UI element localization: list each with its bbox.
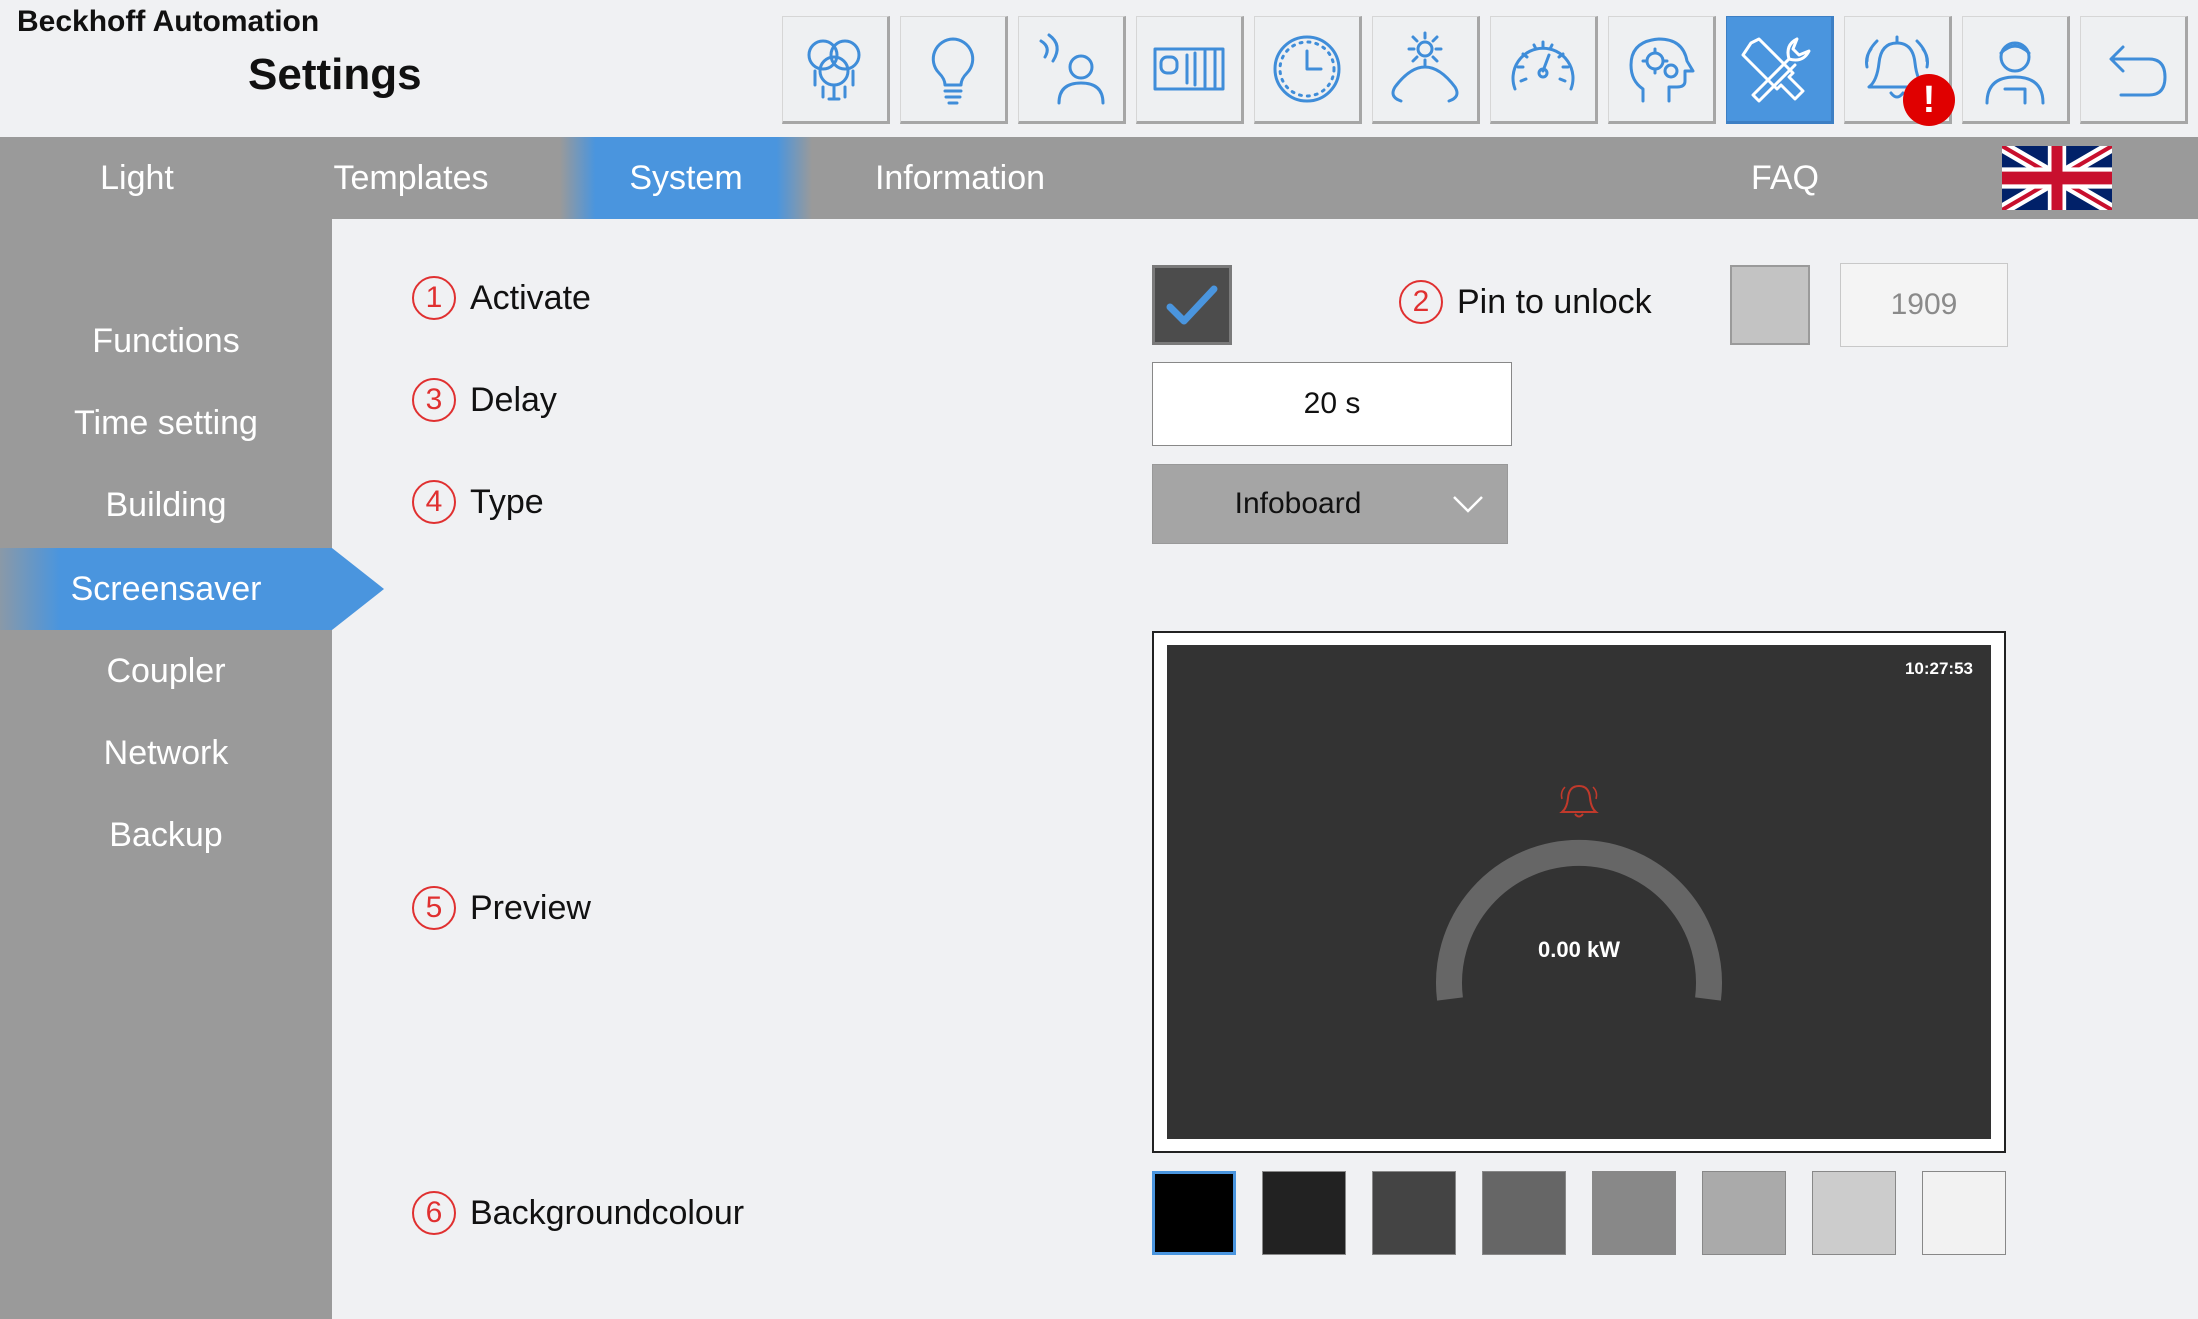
toolbar-button-user[interactable] bbox=[1962, 16, 2070, 124]
toolbar-button-back[interactable] bbox=[2080, 16, 2188, 124]
tab-information[interactable]: Information bbox=[860, 137, 1060, 219]
colour-swatch[interactable] bbox=[1482, 1171, 1566, 1255]
colour-swatch[interactable] bbox=[1372, 1171, 1456, 1255]
top-navigation: Light Templates System Information FAQ bbox=[0, 137, 2198, 219]
sidebar-item-functions[interactable]: Functions bbox=[0, 300, 332, 382]
daylight-icon bbox=[1391, 31, 1459, 103]
type-selected-value: Infoboard bbox=[1234, 487, 1362, 520]
sidebar-item-coupler[interactable]: Coupler bbox=[0, 630, 332, 712]
sidebar-item-network[interactable]: Network bbox=[0, 712, 332, 794]
colour-swatch[interactable] bbox=[1812, 1171, 1896, 1255]
sidebar-item-building[interactable]: Building bbox=[0, 464, 332, 546]
sidebar: Functions Time setting Building Screensa… bbox=[0, 219, 332, 1319]
type-row-label: 4 Type bbox=[412, 480, 544, 524]
toolbar-button-light[interactable] bbox=[900, 16, 1008, 124]
activate-label: Activate bbox=[470, 278, 591, 317]
colour-swatch[interactable] bbox=[1592, 1171, 1676, 1255]
colour-swatch[interactable] bbox=[1922, 1171, 2006, 1255]
light-bulb-icon bbox=[931, 37, 975, 105]
toolbar-button-lighting-group[interactable] bbox=[782, 16, 890, 124]
tab-faq[interactable]: FAQ bbox=[1725, 137, 1845, 219]
activate-checkbox[interactable] bbox=[1152, 265, 1232, 345]
alarm-badge: ! bbox=[1903, 74, 1955, 126]
type-dropdown[interactable]: Infoboard bbox=[1152, 464, 1508, 544]
sidebar-item-backup[interactable]: Backup bbox=[0, 794, 332, 876]
delay-input[interactable]: 20 s bbox=[1152, 362, 1512, 446]
energy-meter-icon bbox=[1511, 40, 1575, 91]
pin-checkbox[interactable] bbox=[1730, 265, 1810, 345]
pin-label: Pin to unlock bbox=[1457, 282, 1652, 321]
delay-label: Delay bbox=[470, 380, 557, 419]
preview-screen: 10:27:53 0.00 kW bbox=[1167, 645, 1991, 1139]
step-number: 3 bbox=[412, 378, 456, 422]
delay-row-label: 3 Delay bbox=[412, 378, 557, 422]
pin-input[interactable] bbox=[1840, 263, 2008, 347]
step-number: 2 bbox=[1399, 280, 1443, 324]
company-name: Beckhoff Automation bbox=[17, 5, 320, 38]
preview-power-value: 0.00 kW bbox=[1538, 937, 1620, 962]
header: Beckhoff Automation Settings ! bbox=[0, 0, 2198, 137]
preview-frame: 10:27:53 0.00 kW bbox=[1152, 631, 2006, 1153]
colour-swatch[interactable] bbox=[1152, 1171, 1236, 1255]
tab-system[interactable]: System bbox=[560, 137, 812, 219]
toolbar-button-settings[interactable] bbox=[1726, 16, 1834, 124]
toolbar-button-blinds[interactable] bbox=[1136, 16, 1244, 124]
presence-detector-icon bbox=[1039, 33, 1105, 105]
colour-swatch[interactable] bbox=[1262, 1171, 1346, 1255]
head-gears-icon bbox=[1629, 37, 1695, 103]
toolbar-button-presence[interactable] bbox=[1018, 16, 1126, 124]
preview-alarm-icon bbox=[1559, 784, 1599, 818]
step-number: 6 bbox=[412, 1191, 456, 1235]
preview-label: Preview bbox=[470, 888, 591, 927]
step-number: 4 bbox=[412, 480, 456, 524]
blinds-icon bbox=[1153, 47, 1225, 91]
lighting-group-icon bbox=[807, 39, 861, 101]
toolbar-button-daylight[interactable] bbox=[1372, 16, 1480, 124]
uk-flag-icon[interactable] bbox=[2002, 146, 2112, 210]
background-label: Backgroundcolour bbox=[470, 1193, 745, 1232]
preview-row-label: 5 Preview bbox=[412, 886, 591, 930]
chevron-down-icon bbox=[1453, 496, 1483, 513]
type-label: Type bbox=[470, 482, 544, 521]
sidebar-active-indicator bbox=[332, 548, 384, 630]
activate-row-label: 1 Activate bbox=[412, 276, 591, 320]
colour-swatch[interactable] bbox=[1702, 1171, 1786, 1255]
toolbar-button-automation[interactable] bbox=[1608, 16, 1716, 124]
sidebar-item-time-setting[interactable]: Time setting bbox=[0, 382, 332, 464]
user-icon bbox=[1985, 41, 2045, 105]
preview-gauge bbox=[1436, 784, 1722, 1001]
tools-icon bbox=[1741, 37, 1811, 103]
back-arrow-icon bbox=[2109, 45, 2167, 97]
toolbar-button-energy[interactable] bbox=[1490, 16, 1598, 124]
tab-templates[interactable]: Templates bbox=[311, 137, 511, 219]
step-number: 1 bbox=[412, 276, 456, 320]
clock-icon bbox=[1273, 35, 1341, 103]
step-number: 5 bbox=[412, 886, 456, 930]
page-title: Settings bbox=[248, 50, 422, 99]
sidebar-item-screensaver[interactable]: Screensaver bbox=[0, 548, 332, 630]
pin-row-label: 2 Pin to unlock bbox=[1399, 280, 1652, 324]
checkmark-icon bbox=[1166, 285, 1218, 325]
tab-light[interactable]: Light bbox=[42, 137, 232, 219]
toolbar-button-clock[interactable] bbox=[1254, 16, 1362, 124]
background-row-label: 6 Backgroundcolour bbox=[412, 1191, 744, 1235]
